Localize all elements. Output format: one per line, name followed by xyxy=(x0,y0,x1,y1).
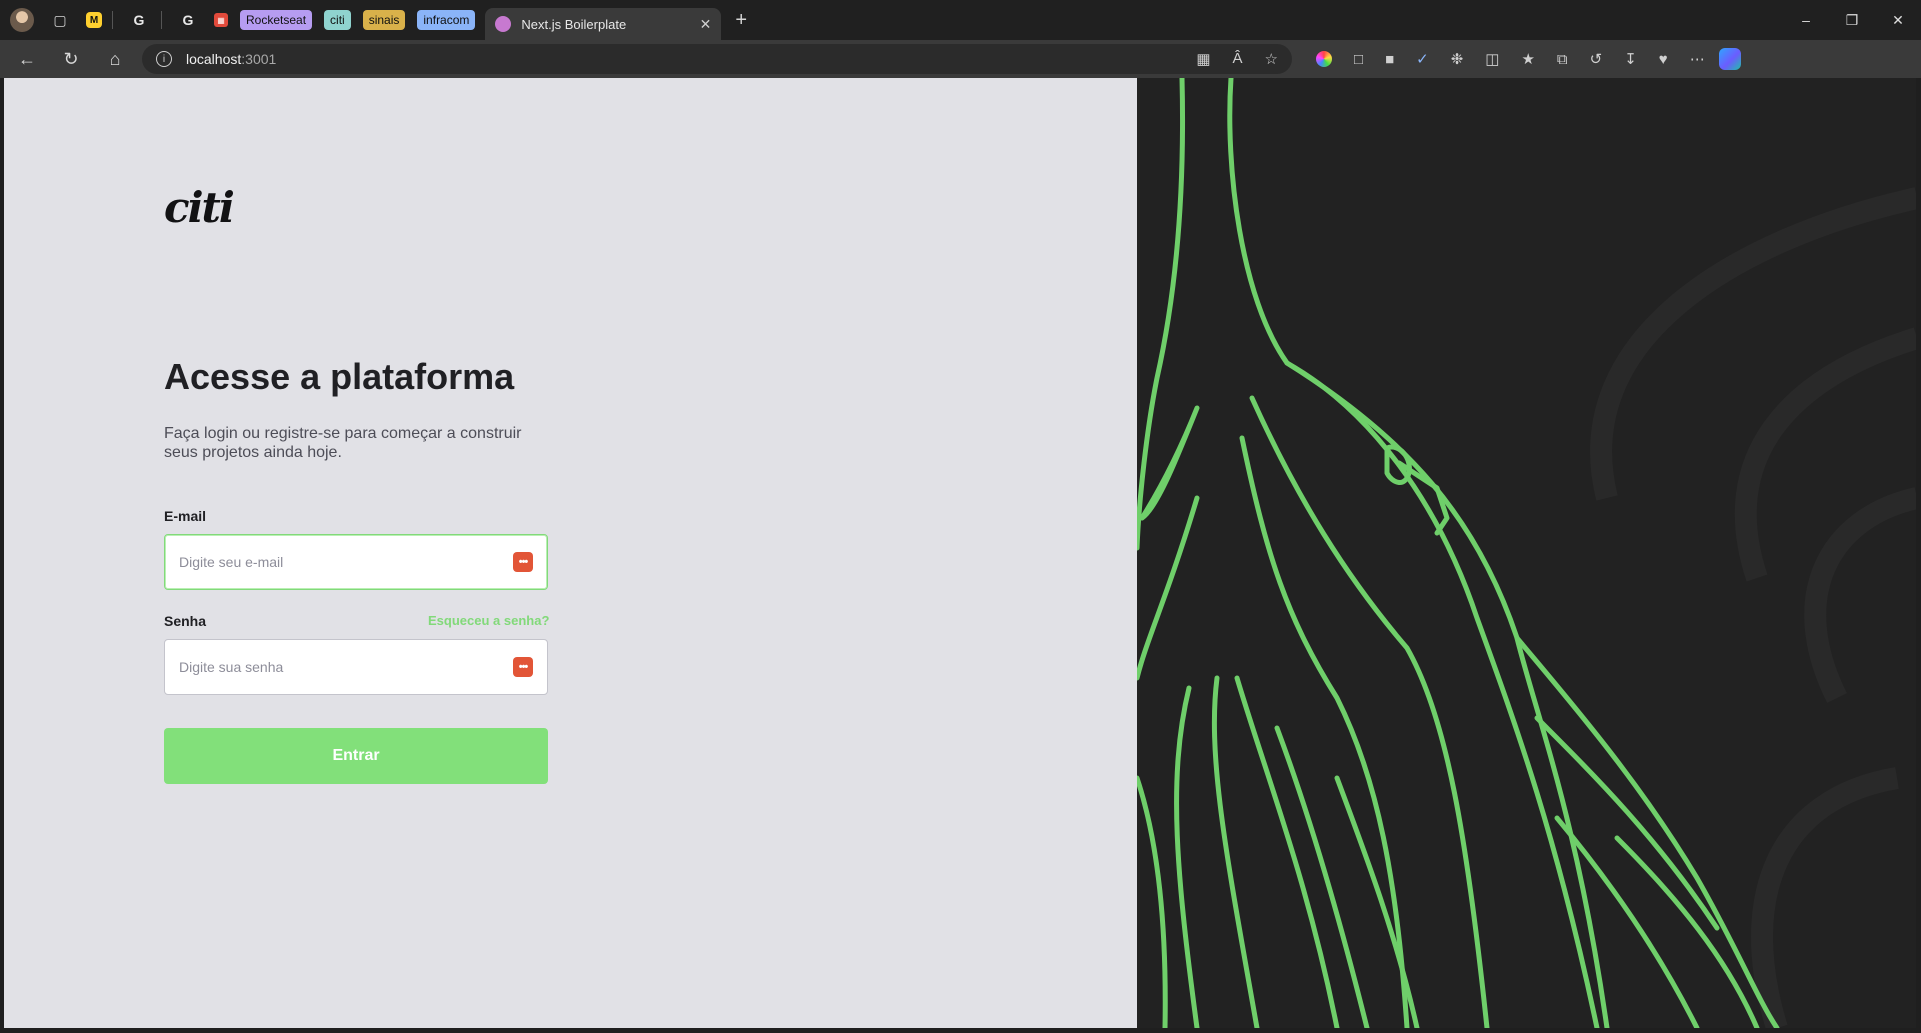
pinned-tab-calendar-icon[interactable]: ▦ xyxy=(214,13,228,27)
email-input[interactable] xyxy=(179,554,513,570)
minimize-icon[interactable]: – xyxy=(1783,0,1829,40)
check-extension-icon[interactable]: ✓ xyxy=(1416,50,1429,68)
address-bar-actions: ▦ Â ☆ xyxy=(1196,50,1278,68)
address-port: :3001 xyxy=(241,51,277,67)
new-tab-icon[interactable]: + xyxy=(735,9,747,32)
home-icon[interactable]: ⌂ xyxy=(98,44,132,74)
history-icon[interactable]: ↺ xyxy=(1590,50,1603,68)
tab-group-infracom[interactable]: infracom xyxy=(417,10,476,30)
address-host: localhost xyxy=(186,51,242,67)
extensions-icon[interactable]: ❉ xyxy=(1451,50,1464,68)
window-controls: – ❐ ✕ xyxy=(1783,0,1921,40)
password-manager-icon[interactable]: ••• xyxy=(513,657,533,677)
split-screen-icon[interactable]: ◫ xyxy=(1485,50,1499,68)
login-panel: citi Acesse a plataforma Faça login ou r… xyxy=(4,78,1137,1028)
page-subtitle: Faça login ou registre-se para começar a… xyxy=(164,425,522,461)
green-roots-illustration xyxy=(1137,78,1916,1028)
performance-icon[interactable]: ♥ xyxy=(1659,51,1668,68)
active-tab-title: Next.js Boilerplate xyxy=(521,16,627,32)
collections-icon[interactable]: ⧉ xyxy=(1557,51,1568,68)
app-available-icon[interactable]: ▦ xyxy=(1196,50,1210,68)
address-bar[interactable]: i localhost:3001 ▦ Â ☆ xyxy=(142,44,1292,74)
decorative-illustration-panel xyxy=(1137,78,1916,1028)
forgot-password-link[interactable]: Esqueceu a senha? xyxy=(428,613,549,628)
page-viewport: citi Acesse a plataforma Faça login ou r… xyxy=(4,78,1916,1028)
site-info-icon[interactable]: i xyxy=(156,51,172,67)
close-window-icon[interactable]: ✕ xyxy=(1875,0,1921,40)
favorite-star-icon[interactable]: ☆ xyxy=(1265,50,1278,68)
screenshot-extension-icon[interactable]: □ xyxy=(1354,51,1363,68)
read-aloud-icon[interactable]: Â xyxy=(1233,50,1243,68)
email-label: E-mail xyxy=(164,508,207,524)
tab-group-sinais[interactable]: sinais xyxy=(362,10,406,30)
tab-separator xyxy=(161,11,162,29)
page-title: Acesse a plataforma xyxy=(164,356,515,397)
dark-extension-icon[interactable]: ■ xyxy=(1385,51,1394,68)
downloads-icon[interactable]: ↧ xyxy=(1624,50,1637,68)
browser-toolbar: ← ↻ ⌂ i localhost:3001 ▦ Â ☆ □ ■ ✓ ❉ ◫ … xyxy=(0,40,1921,78)
copilot-icon[interactable] xyxy=(1718,48,1741,70)
tab-group-citi[interactable]: citi xyxy=(324,10,351,30)
nextjs-favicon-icon xyxy=(495,16,512,32)
email-field[interactable]: ••• xyxy=(164,534,548,590)
pinned-tab-google-icon-2[interactable]: G xyxy=(176,8,200,32)
tab-actions-icon[interactable]: ▢ xyxy=(48,8,72,32)
pinned-tab-google-icon[interactable]: G xyxy=(127,8,151,32)
pinned-tab-miro-icon[interactable]: M xyxy=(86,12,102,28)
color-picker-extension-icon[interactable] xyxy=(1316,51,1332,67)
password-input[interactable] xyxy=(179,659,513,675)
extensions-area: □ ■ ✓ ❉ ◫ ★ ⧉ ↺ ↧ ♥ ⋯ xyxy=(1316,50,1705,68)
browser-tab-strip: ▢ M G G ▦ Rocketseat citi sinais infraco… xyxy=(0,0,1921,40)
more-options-icon[interactable]: ⋯ xyxy=(1690,50,1705,68)
password-label: Senha xyxy=(164,613,207,629)
citi-logo: citi xyxy=(164,183,235,232)
password-field[interactable]: ••• xyxy=(164,639,548,695)
active-tab[interactable]: Next.js Boilerplate ✕ xyxy=(485,8,722,40)
tab-separator xyxy=(112,11,113,29)
submit-button[interactable]: Entrar xyxy=(164,728,548,784)
favorites-icon[interactable]: ★ xyxy=(1521,50,1534,68)
back-icon[interactable]: ← xyxy=(10,44,44,74)
tab-group-rocketseat[interactable]: Rocketseat xyxy=(240,10,313,30)
reload-icon[interactable]: ↻ xyxy=(54,44,88,74)
close-tab-icon[interactable]: ✕ xyxy=(700,16,712,33)
profile-avatar[interactable] xyxy=(10,8,34,32)
password-manager-icon[interactable]: ••• xyxy=(513,552,533,572)
restore-icon[interactable]: ❐ xyxy=(1829,0,1875,40)
